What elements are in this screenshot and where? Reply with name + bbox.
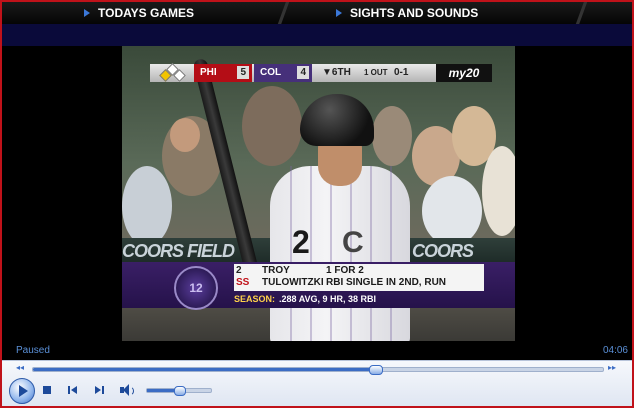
crowd-figure [242, 86, 302, 166]
team-logo: 12 [174, 266, 218, 310]
tab-label: SIGHTS AND SOUNDS [350, 6, 479, 20]
season-values: .288 AVG, 9 HR, 38 RBI [279, 294, 377, 304]
batting-helmet [300, 94, 374, 146]
player-number-block: 2 SS [236, 265, 256, 289]
tab-todays-games[interactable]: TODAYS GAMES [84, 2, 194, 24]
pinstripe [310, 166, 312, 341]
nav-arrow-icon [336, 9, 342, 17]
seek-back-icon[interactable]: ◂◂ [16, 364, 26, 372]
seek-bar[interactable] [32, 365, 604, 375]
pinstripe [370, 166, 372, 341]
previous-button[interactable] [66, 383, 80, 397]
previous-icon-arrow [71, 386, 77, 394]
home-team: COL 4 [254, 64, 312, 82]
scorebug: PHI 5 COL 4 ▼6TH 1 OUT 0-1 my20 [150, 63, 492, 82]
nav-arrow-icon [84, 9, 90, 17]
header-band [2, 24, 632, 46]
inning: ▼6TH [322, 67, 351, 78]
player-last-name: TULOWITZKI [262, 277, 324, 288]
mute-button[interactable] [119, 383, 134, 397]
network-logo: my20 [436, 64, 492, 82]
seek-forward-icon[interactable]: ▸▸ [608, 364, 618, 372]
seek-thumb[interactable] [369, 365, 383, 375]
pitch-count: 0-1 [394, 67, 409, 78]
nav-divider [562, 2, 602, 24]
volume-icon-wave [129, 386, 134, 396]
crowd-figure [170, 118, 200, 152]
jersey-logo: C [342, 226, 364, 259]
top-navigation: TODAYS GAMES SIGHTS AND SOUNDS [2, 2, 632, 24]
crowd-figure [422, 176, 482, 246]
jersey-number: 2 [292, 224, 310, 260]
previous-icon [68, 386, 70, 394]
player-first-name: TROY [262, 265, 290, 276]
outs: 1 OUT [364, 68, 388, 77]
away-score: 5 [237, 66, 249, 79]
player-position: SS [236, 277, 250, 288]
nav-divider [264, 2, 304, 24]
pinstripe [390, 166, 392, 341]
batter-uniform [270, 166, 410, 341]
seek-progress [33, 368, 375, 371]
playback-time: 04:06 [602, 345, 628, 356]
crowd-figure [482, 146, 515, 236]
home-team-abbr: COL [260, 67, 282, 78]
away-team-abbr: PHI [200, 67, 217, 78]
stop-button[interactable] [40, 383, 54, 397]
away-team: PHI 5 [194, 64, 252, 82]
volume-slider[interactable] [146, 386, 212, 396]
player-window: TODAYS GAMES SIGHTS AND SOUNDS COORS FIE… [0, 0, 634, 408]
status-bar: Paused 04:06 [2, 342, 632, 360]
playback-status: Paused [16, 345, 50, 356]
player-controls: ◂◂ ▸▸ [2, 360, 632, 406]
pinstripe [330, 166, 332, 341]
player-game-stats: 1 FOR 2 RBI SINGLE IN 2ND, RUN [326, 265, 446, 289]
video-viewport[interactable]: COORS FIELD COORS FIELD 2 C PHI 5 [122, 46, 515, 341]
volume-thumb[interactable] [174, 386, 186, 396]
bases-diamond-icon [154, 63, 190, 82]
season-stats: SEASON: .288 AVG, 9 HR, 38 RBI [234, 294, 376, 304]
crowd-figure [122, 166, 172, 246]
tab-label: TODAYS GAMES [98, 6, 195, 20]
tab-sights-and-sounds[interactable]: SIGHTS AND SOUNDS [336, 2, 478, 24]
stat-line: RBI SINGLE IN 2ND, RUN [326, 277, 447, 288]
crowd-figure [372, 106, 412, 166]
play-button[interactable] [9, 378, 35, 404]
home-score: 4 [297, 66, 309, 79]
player-name: TROY TULOWITZKI [262, 265, 324, 289]
next-button[interactable] [92, 383, 106, 397]
stat-line: 1 FOR 2 [326, 265, 364, 276]
next-icon [95, 386, 101, 394]
next-icon-bar [102, 386, 104, 394]
season-label: SEASON: [234, 294, 276, 304]
player-number: 2 [236, 265, 242, 276]
stadium-banner-text: COORS FIELD [122, 241, 235, 261]
stop-icon [43, 386, 51, 394]
